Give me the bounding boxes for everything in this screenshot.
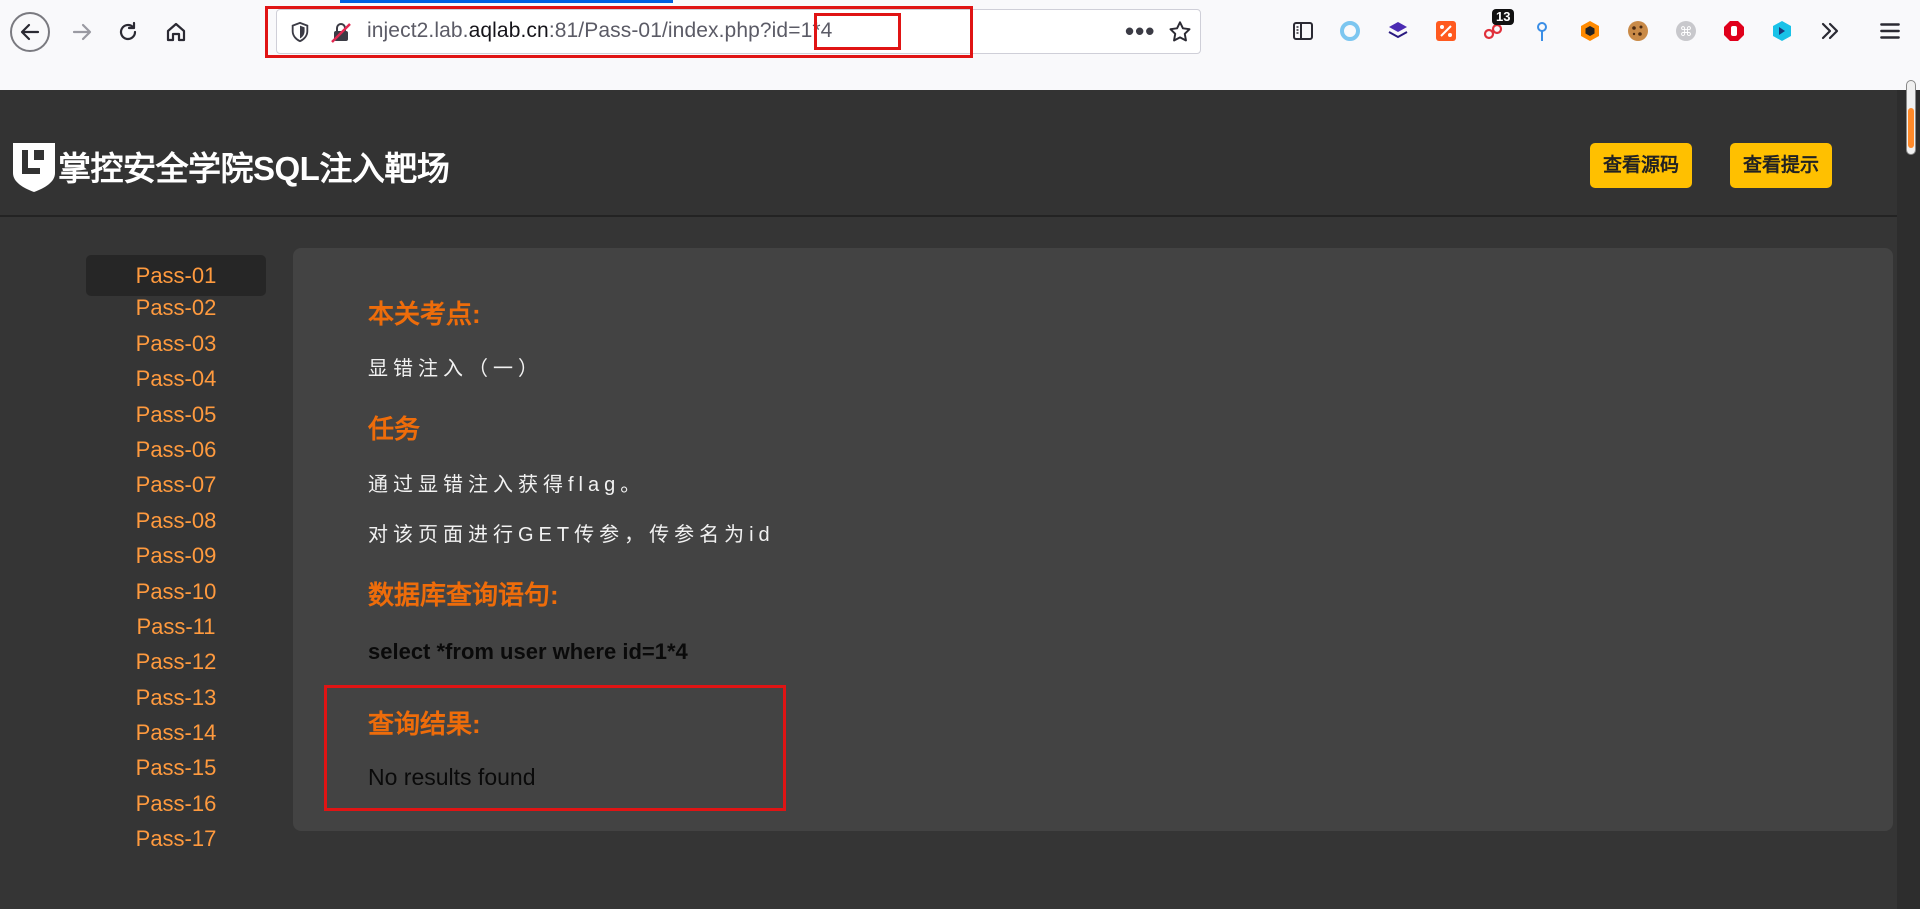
svg-text:⌘: ⌘ [1680,25,1693,40]
sidebar-toggle-button[interactable] [1290,18,1316,44]
task-heading: 任务 [368,414,421,444]
extension-percent-button[interactable] [1433,18,1459,44]
ring-icon [1340,21,1360,41]
hamburger-menu-icon[interactable] [1877,18,1903,44]
home-icon [166,22,186,42]
sidebar-item-pass-09[interactable]: Pass-09 [86,538,266,573]
arrow-left-icon [20,23,40,41]
sidebar-item-pass-07[interactable]: Pass-07 [86,467,266,502]
pass-navigation: Pass-01 Pass-02 Pass-03 Pass-04 Pass-05 … [86,255,266,857]
shield-logo-icon [13,143,55,192]
sidebar-item-pass-02[interactable]: Pass-02 [86,290,266,325]
sidebar-item-pass-08[interactable]: Pass-08 [86,503,266,538]
double-chevron-right-icon [1821,22,1839,40]
forward-button[interactable] [62,12,102,52]
sidebar-icon [1293,22,1313,40]
arrow-right-icon [72,23,92,41]
sidebar-item-pass-13[interactable]: Pass-13 [86,680,266,715]
sidebar-item-pass-14[interactable]: Pass-14 [86,715,266,750]
sidebar-item-pass-04[interactable]: Pass-04 [86,361,266,396]
reload-icon [119,21,137,41]
hexagon-icon [1581,21,1599,41]
back-button[interactable] [10,12,50,52]
page-scrollbar[interactable] [1897,90,1920,909]
extension-badge: 13 [1492,9,1515,25]
cube-icon [1773,21,1791,41]
extension-command-button[interactable]: ⌘ [1673,18,1699,44]
page-actions-button[interactable]: ••• [1125,16,1155,47]
web-page: 掌控安全学院SQL注入靶场 查看源码 查看提示 Pass-01 Pass-02 … [0,90,1920,909]
overflow-menu-button[interactable] [1817,18,1843,44]
sidebar-item-pass-12[interactable]: Pass-12 [86,644,266,679]
extension-ring-button[interactable] [1337,18,1363,44]
sidebar-item-pass-16[interactable]: Pass-16 [86,786,266,821]
reload-button[interactable] [108,12,148,52]
active-tab-indicator [340,0,673,3]
extension-stop-button[interactable] [1721,18,1747,44]
query-heading: 数据库查询语句: [368,580,559,610]
sidebar-item-pass-11[interactable]: Pass-11 [86,609,266,644]
sidebar-item-pass-17[interactable]: Pass-17 [86,821,266,856]
home-button[interactable] [156,12,196,52]
extension-hex-button[interactable] [1577,18,1603,44]
bookmark-star-icon[interactable] [1167,19,1193,45]
result-highlight-box [324,685,786,811]
extension-cookie-button[interactable] [1625,18,1651,44]
cookie-icon [1628,21,1648,41]
topic-heading: 本关考点: [368,299,481,329]
sidebar-item-pass-06[interactable]: Pass-06 [86,432,266,467]
sidebar-item-pass-03[interactable]: Pass-03 [86,326,266,361]
command-icon: ⌘ [1676,21,1696,41]
sidebar-item-pass-15[interactable]: Pass-15 [86,750,266,785]
param-highlight-box [814,13,901,50]
percent-icon [1436,21,1456,41]
stop-hand-icon [1724,21,1744,41]
task-line-2: 对该页面进行GET传参，传参名为id [368,524,775,546]
extension-layers-button[interactable] [1385,18,1411,44]
sql-query: select *from user where id=1*4 [368,639,688,664]
pin-icon [1537,22,1547,41]
topic-text: 显错注入（一） [368,358,543,380]
scrollbar-marker [1908,108,1914,148]
view-hint-button[interactable]: 查看提示 [1730,143,1833,188]
site-header: 掌控安全学院SQL注入靶场 查看源码 查看提示 [0,90,1900,217]
extension-cube-button[interactable] [1769,18,1795,44]
view-source-button[interactable]: 查看源码 [1590,143,1693,188]
task-line-1: 通过显错注入获得flag。 [368,474,646,496]
browser-toolbar: inject2.lab.aqlab.cn:81/Pass-01/index.ph… [0,0,1920,90]
sidebar-item-pass-10[interactable]: Pass-10 [86,574,266,609]
layers-icon [1388,22,1408,39]
site-title: 掌控安全学院SQL注入靶场 [58,150,450,187]
sidebar-item-pass-05[interactable]: Pass-05 [86,397,266,432]
extension-pin-button[interactable] [1529,18,1555,44]
